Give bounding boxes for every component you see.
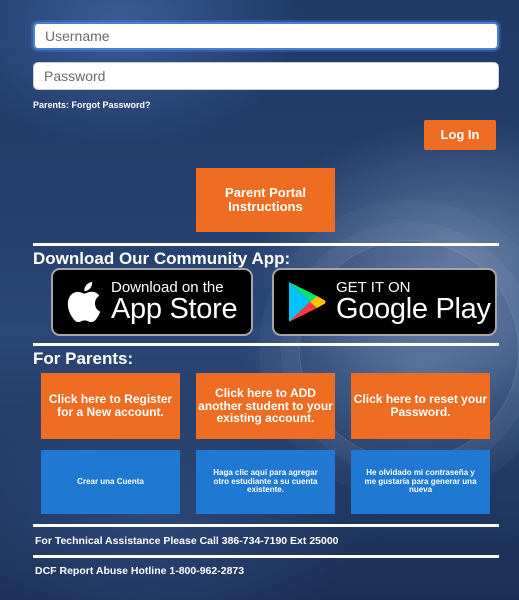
olvidado-contrasena-button[interactable]: He olvidado mi contraseña y me gustaría … xyxy=(351,450,490,514)
apple-logo-icon xyxy=(67,282,101,322)
google-play-icon xyxy=(288,281,326,323)
register-new-account-button[interactable]: Click here to Register for a New account… xyxy=(41,373,180,439)
crear-cuenta-button[interactable]: Crear una Cuenta xyxy=(41,450,180,514)
download-section-title: Download Our Community App: xyxy=(33,249,291,268)
google-play-big-text: Google Play xyxy=(336,293,491,325)
abuse-hotline-text: DCF Report Abuse Hotline 1-800-962-2873 xyxy=(35,565,245,577)
google-play-badge[interactable]: GET IT ON Google Play xyxy=(272,268,497,336)
password-input[interactable] xyxy=(33,62,499,90)
parents-section-title: For Parents: xyxy=(33,349,134,368)
divider xyxy=(33,243,499,246)
divider xyxy=(33,524,499,527)
parent-portal-instructions-button[interactable]: Parent Portal Instructions xyxy=(196,168,335,232)
forgot-password-link[interactable]: Parents: Forgot Password? xyxy=(33,100,151,110)
divider xyxy=(33,343,499,346)
app-store-badge[interactable]: Download on the App Store xyxy=(51,268,253,336)
technical-assistance-text: For Technical Assistance Please Call 386… xyxy=(35,535,339,547)
reset-password-button[interactable]: Click here to reset your Password. xyxy=(351,373,490,439)
agregar-estudiante-button[interactable]: Haga clic aquí para agregar otro estudia… xyxy=(196,450,335,514)
login-button[interactable]: Log In xyxy=(424,120,496,150)
username-input[interactable] xyxy=(33,22,499,50)
add-student-button[interactable]: Click here to ADD another student to you… xyxy=(196,373,335,439)
divider xyxy=(33,555,499,558)
app-store-big-text: App Store xyxy=(111,293,238,325)
